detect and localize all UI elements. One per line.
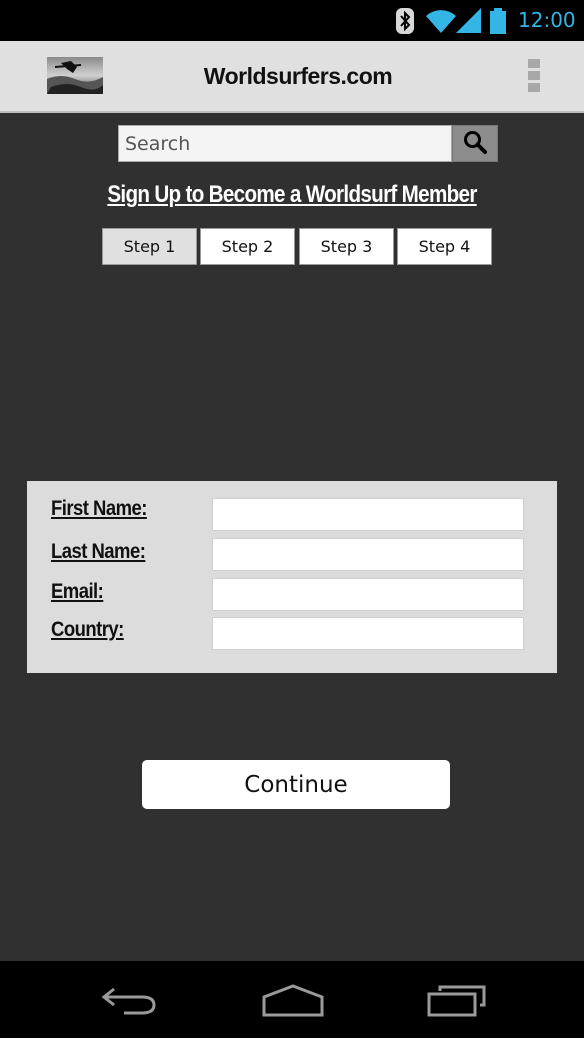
overflow-menu-icon[interactable] [528,59,542,95]
continue-button[interactable]: Continue [142,760,450,809]
app-bar: Worldsurfers.com [0,41,584,113]
app-title: Worldsurfers.com [203,63,393,89]
system-nav-bar [0,961,584,1038]
last-name-label: Last Name: [51,540,146,563]
tab-step-3[interactable]: Step 3 [299,228,394,265]
signal-icon [456,8,482,38]
email-label: Email: [51,580,104,603]
bluetooth-icon [395,8,415,38]
country-label: Country: [51,618,124,641]
battery-icon [488,8,508,38]
home-icon[interactable] [262,983,324,1021]
signup-heading: Sign Up to Become a Worldsurf Member [107,181,477,208]
signup-form: First Name: Last Name: Email: Country: [27,481,557,673]
email-field[interactable] [212,578,524,611]
tab-step-4[interactable]: Step 4 [397,228,492,265]
surfer-photo-logo[interactable] [47,57,103,94]
tab-step-1[interactable]: Step 1 [102,228,197,265]
search-button[interactable] [452,125,498,162]
clock: 12:00 [518,8,576,32]
first-name-field[interactable] [212,498,524,531]
status-bar: 12:00 [0,0,584,41]
wifi-icon [426,8,456,38]
last-name-field[interactable] [212,538,524,571]
search-input[interactable] [118,125,452,162]
search-icon [463,130,487,158]
back-icon[interactable] [100,983,158,1021]
recent-apps-icon[interactable] [426,983,488,1021]
country-field[interactable] [212,617,524,650]
first-name-label: First Name: [51,497,147,520]
tab-step-2[interactable]: Step 2 [200,228,295,265]
